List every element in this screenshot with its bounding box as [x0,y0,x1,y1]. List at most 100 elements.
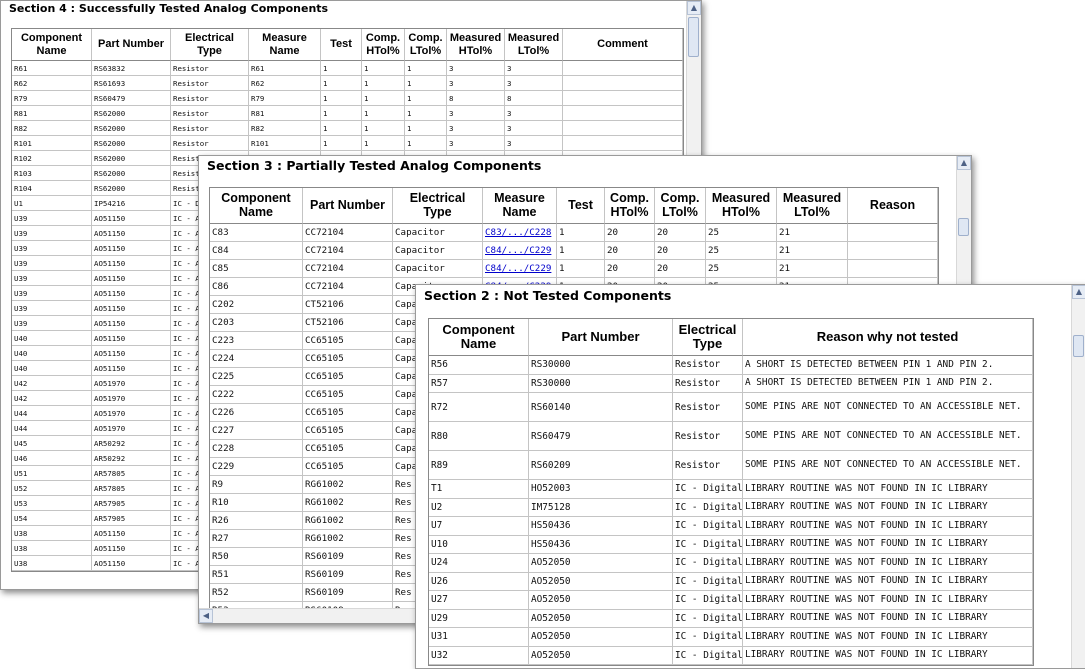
section3-cell: C227 [210,422,303,440]
scroll-up-icon[interactable]: ▲ [687,1,701,15]
section4-cell: R61 [12,61,92,76]
section3-col-header: Part Number [303,188,393,224]
section2-cell: IC - Digital [673,591,743,610]
scroll-left-icon[interactable]: ◀ [199,609,213,623]
section4-cell: U44 [12,406,92,421]
section4-cell [563,61,683,76]
section3-cell: 20 [605,224,655,242]
section2-cell: LIBRARY ROUTINE WAS NOT FOUND IN IC LIBR… [743,646,1033,665]
section3-cell: 20 [655,242,706,260]
section4-cell: 1 [362,121,405,136]
section2-cell: IC - Digital [673,480,743,499]
section2-table-row: R56 RS30000 Resistor A SHORT IS DETECTED BE… [429,356,1033,375]
section3-col-header: Measured LTol% [777,188,848,224]
scroll-up-icon[interactable]: ▲ [1072,285,1085,299]
section2-cell: IC - Digital [673,609,743,628]
section2-cell: IC - Digital [673,628,743,647]
scroll-thumb[interactable] [1073,335,1084,357]
measure-name-link[interactable]: C83/.../C228 [485,227,551,238]
section3-cell: R26 [210,512,303,530]
section2-cell: LIBRARY ROUTINE WAS NOT FOUND IN IC LIBR… [743,535,1033,554]
section3-cell [848,260,938,278]
section3-cell: Capacitor [393,224,483,242]
section4-cell: R61 [249,61,321,76]
section3-col-header: Comp. LTol% [655,188,706,224]
section4-cell: 3 [505,136,563,151]
scroll-thumb[interactable] [688,17,699,57]
section2-table-row: T1 HO52003 IC - Digital LIBRARY ROUTINE WAS… [429,480,1033,499]
section2-table-row: R89 RS60209 Resistor SOME PINS ARE NOT CONN… [429,451,1033,480]
section4-cell: Resistor [171,136,249,151]
section4-cell: AO51150 [92,226,171,241]
section3-cell: CC72104 [303,224,393,242]
section3-cell: C222 [210,386,303,404]
section4-cell: AO51970 [92,406,171,421]
section3-cell: CC65105 [303,386,393,404]
section2-cell: RS60479 [529,422,673,451]
section2-cell: Resistor [673,393,743,422]
section2-table-row: U29 AO52050 IC - Digital LIBRARY ROUTINE WA… [429,609,1033,628]
section4-cell [563,121,683,136]
scroll-up-icon[interactable]: ▲ [957,156,971,170]
section2-cell: LIBRARY ROUTINE WAS NOT FOUND IN IC LIBR… [743,517,1033,536]
section2-table-row: U32 AO52050 IC - Digital LIBRARY ROUTINE WA… [429,646,1033,665]
section4-cell: U54 [12,511,92,526]
section3-col-header: Electrical Type [393,188,483,224]
section2-col-header: Electrical Type [673,319,743,356]
section2-cell: LIBRARY ROUTINE WAS NOT FOUND IN IC LIBR… [743,480,1033,499]
section4-cell: AO51150 [92,556,171,571]
section4-col-header: Measured LTol% [505,29,563,61]
section4-title: Section 4 : Successfully Tested Analog C… [9,2,329,15]
section3-cell: R51 [210,566,303,584]
section2-title: Section 2 : Not Tested Components [424,288,672,303]
section4-cell: R101 [249,136,321,151]
section3-cell: RS60109 [303,584,393,602]
section2-window: Section 2 : Not Tested Components Compon… [415,284,1085,669]
section4-cell: AR50292 [92,451,171,466]
section2-cell: U29 [429,609,529,628]
section2-cell: LIBRARY ROUTINE WAS NOT FOUND IN IC LIBR… [743,591,1033,610]
section4-cell: 1 [405,106,447,121]
section2-table-row: U2 IM75128 IC - Digital LIBRARY ROUTINE WAS… [429,498,1033,517]
section3-cell: C203 [210,314,303,332]
section4-cell: RS61693 [92,76,171,91]
section2-table-row: R72 RS60140 Resistor SOME PINS ARE NOT CONN… [429,393,1033,422]
section3-cell: CT52106 [303,314,393,332]
section2-cell: A SHORT IS DETECTED BETWEEN PIN 1 AND PI… [743,374,1033,393]
section4-cell: AR57805 [92,481,171,496]
section4-cell: U53 [12,496,92,511]
section2-cell: Resistor [673,451,743,480]
section3-cell: C84/.../C229 [483,260,557,278]
section2-table-row: U7 HS50436 IC - Digital LIBRARY ROUTINE WAS… [429,517,1033,536]
section3-cell: Capacitor [393,242,483,260]
section3-cell: R10 [210,494,303,512]
section4-cell: RS62000 [92,166,171,181]
section4-cell: AR57805 [92,466,171,481]
measure-name-link[interactable]: C84/.../C229 [485,263,551,274]
section2-cell: Resistor [673,374,743,393]
scroll-thumb[interactable] [958,218,969,236]
section4-cell: U39 [12,241,92,256]
section4-cell: U45 [12,436,92,451]
section4-cell: U39 [12,301,92,316]
section4-cell: AO51150 [92,211,171,226]
section3-cell: C229 [210,458,303,476]
section2-vertical-scrollbar[interactable]: ▲ [1071,285,1085,668]
measure-name-link[interactable]: C84/.../C229 [485,245,551,256]
section2-cell: U24 [429,554,529,573]
section4-cell: AR50292 [92,436,171,451]
section3-cell: C226 [210,404,303,422]
section4-cell: RS62000 [92,151,171,166]
section2-table-row: U31 AO52050 IC - Digital LIBRARY ROUTINE WA… [429,628,1033,647]
section3-cell: C84/.../C229 [483,242,557,260]
section2-cell: IM75128 [529,498,673,517]
section4-cell: 1 [362,91,405,106]
section3-title: Section 3 : Partially Tested Analog Comp… [207,158,542,173]
section3-cell: 1 [557,260,605,278]
section4-cell: R81 [249,106,321,121]
section2-table-row: U26 AO52050 IC - Digital LIBRARY ROUTINE WA… [429,572,1033,591]
section3-col-header: Comp. HTol% [605,188,655,224]
section3-col-header: Component Name [210,188,303,224]
section4-cell: 3 [447,121,505,136]
section3-cell: C228 [210,440,303,458]
